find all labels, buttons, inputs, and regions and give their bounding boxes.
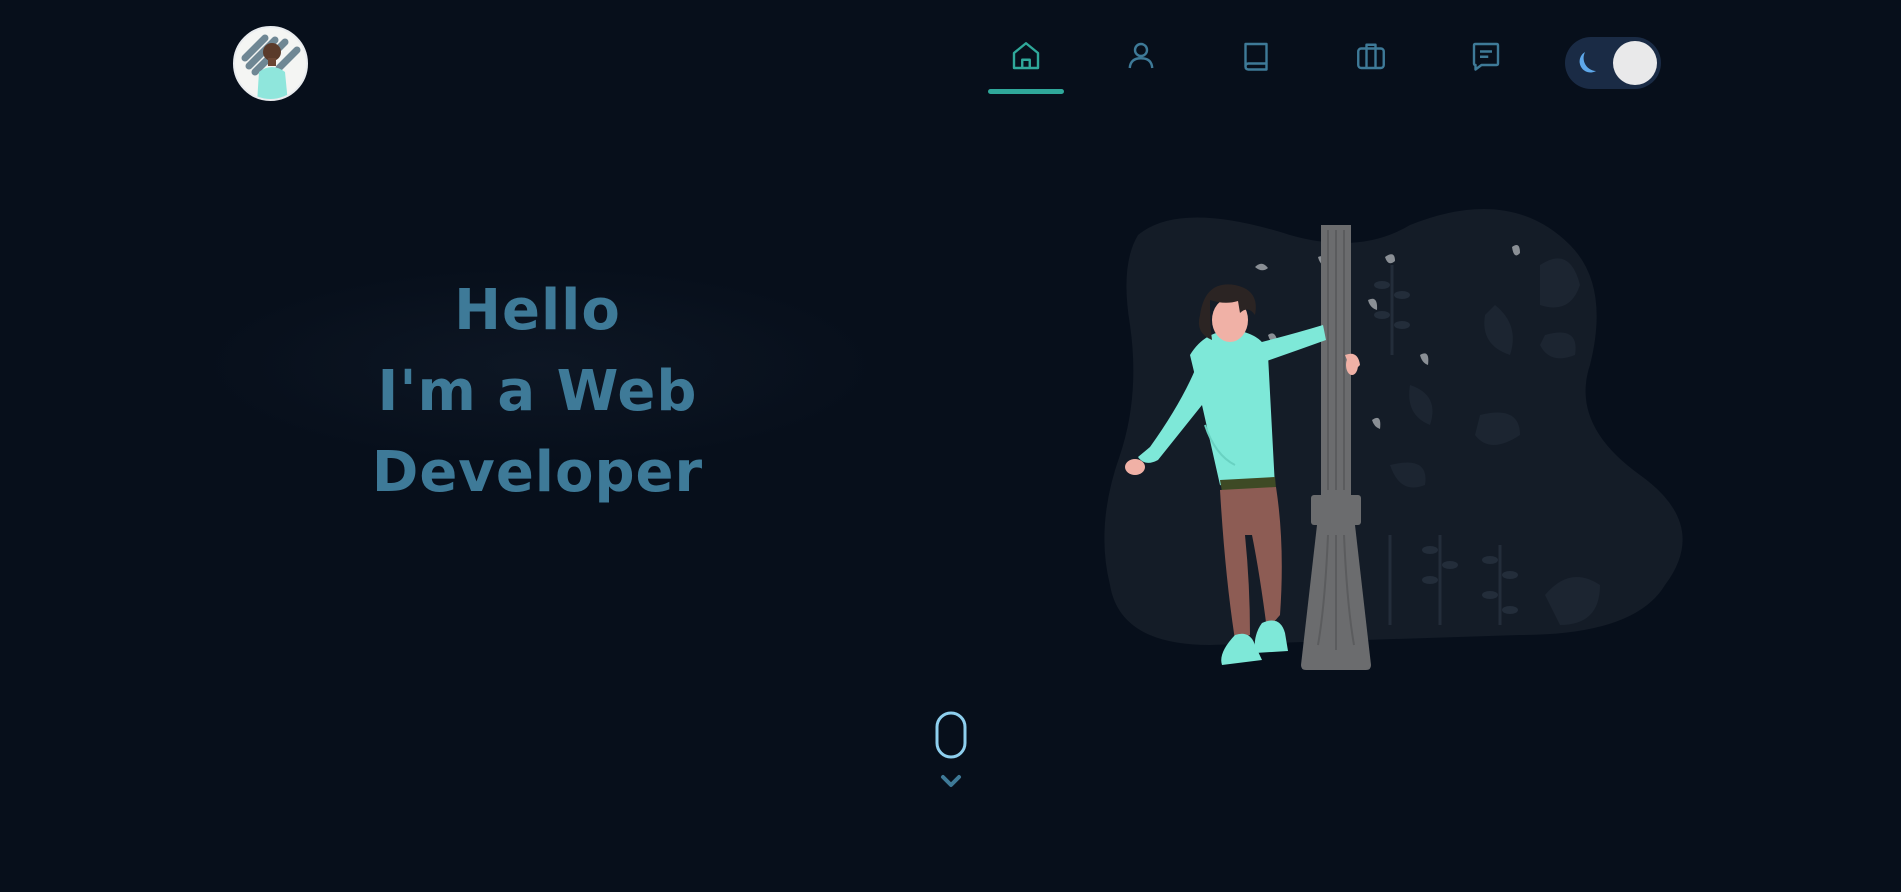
message-icon xyxy=(1472,42,1499,71)
book-icon xyxy=(1243,42,1268,71)
nav-item-about[interactable] xyxy=(1083,30,1198,100)
theme-toggle[interactable] xyxy=(1565,37,1661,89)
hero-title: I'm a Web Developer xyxy=(371,359,704,506)
nav-item-home[interactable] xyxy=(968,30,1083,100)
hero-illustration xyxy=(1104,209,1683,670)
nav-item-portfolio[interactable] xyxy=(1313,30,1428,100)
profile-photo-icon xyxy=(235,28,306,99)
moon-icon xyxy=(1579,51,1597,73)
avatar[interactable] xyxy=(233,26,308,101)
main-nav xyxy=(968,30,1543,100)
hero-heading: Hello I'm a Web Developer xyxy=(205,270,870,514)
toggle-knob xyxy=(1613,41,1657,85)
portfolio-page: Hello I'm a Web Developer xyxy=(0,0,1901,892)
hero-greeting: Hello xyxy=(454,278,621,343)
home-icon xyxy=(1012,42,1039,70)
nav-item-skills[interactable] xyxy=(1198,30,1313,100)
nav-item-contact[interactable] xyxy=(1428,30,1543,100)
chevron-down-icon xyxy=(941,775,961,787)
mouse-icon xyxy=(935,711,967,759)
briefcase-icon xyxy=(1356,43,1385,70)
user-icon xyxy=(1128,42,1153,69)
scroll-down-indicator[interactable] xyxy=(935,711,967,801)
